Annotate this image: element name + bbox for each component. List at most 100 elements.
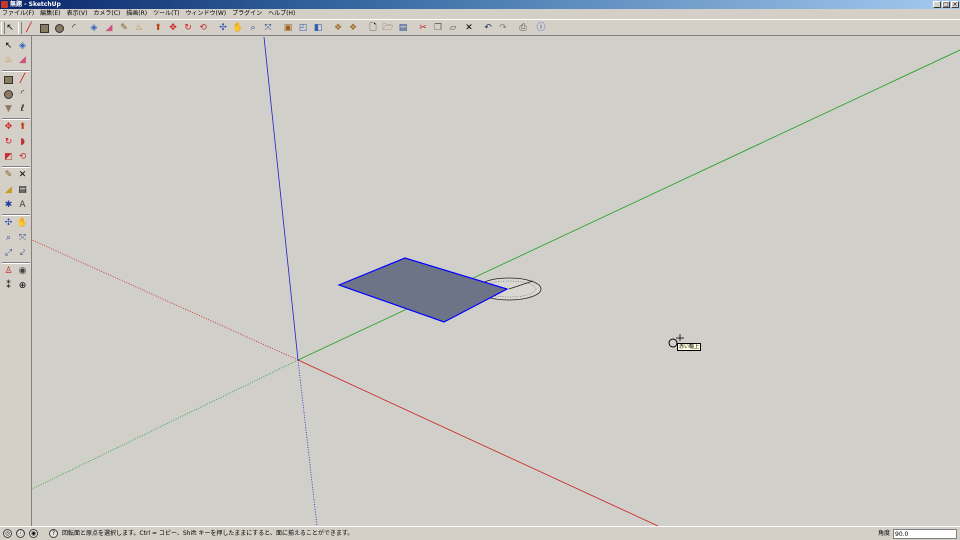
red-axis-negative (32, 239, 299, 361)
xray-icon[interactable]: ❖ (347, 22, 359, 34)
menu-window[interactable]: ウィンドウ(W) (186, 9, 227, 19)
paint-bucket-icon[interactable]: ♨ (2, 54, 15, 67)
minimize-button[interactable]: _ (933, 1, 941, 8)
follow-me-icon[interactable]: ◗ (16, 136, 29, 149)
save-icon[interactable]: ▤ (397, 22, 409, 34)
rotate-icon[interactable]: ↻ (182, 22, 194, 34)
move-icon[interactable]: ✥ (2, 121, 15, 134)
line-icon[interactable]: ╱ (23, 22, 35, 34)
position-camera-icon[interactable]: ♙ (2, 265, 15, 278)
right-view-icon[interactable]: ❖ (332, 22, 344, 34)
pan-icon[interactable]: ✋ (16, 217, 29, 230)
push-pull-icon[interactable]: ⬆ (16, 121, 29, 134)
tape-measure-icon[interactable]: ✎ (2, 169, 15, 182)
rectangle-face (337, 257, 509, 323)
polygon-icon[interactable]: ▼ (2, 103, 15, 116)
eraser-icon[interactable]: ◢ (103, 22, 115, 34)
redo-icon[interactable]: ↷ (497, 22, 509, 34)
model-info-icon[interactable]: ⓘ (535, 22, 547, 34)
drawing-viewport[interactable]: 赤い軸上 (32, 37, 960, 526)
window-title: 無題 - SketchUp (10, 1, 61, 8)
freehand-icon[interactable]: ℓ (16, 103, 29, 116)
menu-view[interactable]: 表示(V) (67, 9, 88, 19)
open-icon[interactable]: 🗁 (382, 22, 394, 34)
look-around-icon[interactable]: ◉ (16, 265, 29, 278)
offset-icon[interactable]: ⟲ (16, 151, 29, 164)
zoom-window-icon[interactable]: ⤧ (16, 232, 29, 245)
title-bar: 無題 - SketchUp _ □ × (0, 0, 960, 9)
palette-separator (2, 70, 30, 72)
tape-measure-icon[interactable]: ✎ (118, 22, 130, 34)
push-pull-icon[interactable]: ⬆ (152, 22, 164, 34)
front-view-icon[interactable]: ◧ (312, 22, 324, 34)
scale-icon[interactable]: ◩ (2, 151, 15, 164)
paint-bucket-icon[interactable]: ♨ (133, 22, 145, 34)
close-button[interactable]: × (951, 1, 959, 8)
menu-help[interactable]: ヘルプ(H) (268, 9, 295, 19)
arc-icon[interactable]: ◜ (16, 88, 29, 101)
zoom-extents-icon[interactable]: ⤢ (2, 247, 15, 260)
menu-tools[interactable]: ツール(T) (153, 9, 179, 19)
previous-view-icon[interactable]: ⤦ (16, 247, 29, 260)
pan-icon[interactable]: ✋ (232, 22, 244, 34)
menu-plugins[interactable]: プラグイン (232, 9, 262, 19)
zoom-extents-icon[interactable]: ⤧ (262, 22, 274, 34)
model-canvas[interactable] (32, 37, 960, 526)
inference-tooltip: 赤い軸上 (677, 343, 702, 351)
protractor-icon[interactable]: ◢ (2, 184, 15, 197)
palette-separator (2, 262, 30, 264)
blue-axis-negative (297, 359, 318, 526)
iso-view-icon[interactable]: ▣ (282, 22, 294, 34)
axes-icon[interactable]: ✱ (2, 199, 15, 212)
line-icon[interactable]: ╱ (16, 73, 29, 86)
select-icon[interactable]: ↖ (4, 22, 16, 34)
arc-icon[interactable]: ◜ (68, 22, 80, 34)
zoom-icon[interactable]: ⌕ (247, 22, 259, 34)
rotate-cursor-icon (668, 338, 678, 348)
print-icon[interactable]: ⎙ (517, 22, 529, 34)
rectangle-icon[interactable] (38, 22, 50, 34)
move-icon[interactable]: ✥ (167, 22, 179, 34)
eraser-icon[interactable]: ◢ (16, 54, 29, 67)
copy-icon[interactable]: ❐ (432, 22, 444, 34)
credits-icon[interactable]: ⓘ (16, 529, 25, 538)
palette-separator (2, 214, 30, 216)
zoom-icon[interactable]: ⌕ (2, 232, 15, 245)
cut-icon[interactable]: ✂ (417, 22, 429, 34)
make-component-icon[interactable]: ◈ (16, 40, 29, 53)
paste-icon[interactable]: ▱ (447, 22, 459, 34)
user-icon[interactable]: ◉ (29, 529, 38, 538)
help-icon[interactable]: ? (49, 529, 58, 538)
undo-icon[interactable]: ↶ (482, 22, 494, 34)
measurement-input[interactable] (893, 529, 957, 539)
blue-axis-positive (263, 37, 299, 361)
section-plane-icon[interactable]: ⊕ (16, 280, 29, 293)
select-icon[interactable]: ↖ (2, 40, 15, 53)
offset-icon[interactable]: ⟲ (197, 22, 209, 34)
new-icon[interactable]: 🗋 (367, 22, 379, 34)
menu-draw[interactable]: 描画(R) (126, 9, 147, 19)
rectangle-icon[interactable] (2, 73, 15, 86)
maximize-button[interactable]: □ (942, 1, 950, 8)
walk-icon[interactable]: ⁑ (2, 280, 15, 293)
dimension-icon[interactable]: ✕ (16, 169, 29, 182)
menu-camera[interactable]: カメラ(C) (93, 9, 120, 19)
menu-edit[interactable]: 編集(E) (40, 9, 60, 19)
rotate-icon[interactable]: ↻ (2, 136, 15, 149)
text-icon[interactable]: ▤ (16, 184, 29, 197)
toolbar-grip[interactable] (18, 22, 22, 34)
delete-icon[interactable]: ✕ (463, 22, 475, 34)
status-message: 回転面と原点を選択します。Ctrl = コピー、Shift キーを押したままにす… (62, 530, 354, 537)
circle-icon[interactable] (53, 22, 65, 34)
menu-file[interactable]: ファイル(F) (2, 9, 34, 19)
3d-text-icon[interactable]: A (16, 199, 29, 212)
palette-separator (2, 166, 30, 168)
orbit-icon[interactable]: ✣ (2, 217, 15, 230)
orbit-icon[interactable]: ✣ (217, 22, 229, 34)
geo-location-icon[interactable]: ◎ (3, 529, 12, 538)
red-axis-positive (297, 359, 659, 526)
status-bar: ◎ ⓘ ◉ ? 回転面と原点を選択します。Ctrl = コピー、Shift キー… (0, 526, 960, 540)
make-component-icon[interactable]: ◈ (88, 22, 100, 34)
top-view-icon[interactable]: ◰ (297, 22, 309, 34)
circle-icon[interactable] (2, 88, 15, 101)
